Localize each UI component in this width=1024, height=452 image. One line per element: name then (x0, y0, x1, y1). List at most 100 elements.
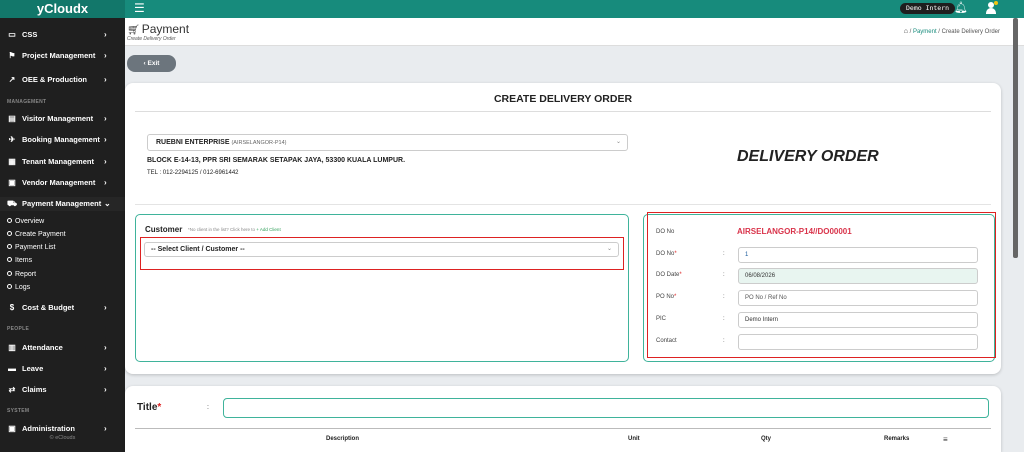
contact-row: Contact : (644, 333, 996, 351)
add-client-link[interactable]: + Add Client (256, 227, 280, 232)
sidebar-item-project-management[interactable]: ⚑ Project Management › (0, 49, 125, 63)
do-no-field[interactable]: 1 (738, 247, 978, 263)
briefcase-icon: ▬ (8, 364, 16, 373)
chart-line-icon: ↗ (8, 75, 16, 84)
brand-logo[interactable]: yCloudx (0, 0, 125, 18)
sidebar-item-label: Payment Management (22, 199, 102, 208)
page-header: 🛒︎ Payment Create Delivery Order ⌂ / Paym… (125, 18, 1024, 46)
user-badge[interactable]: Demo Intern (900, 3, 956, 14)
pic-row: PIC : Demo Intern (644, 311, 996, 329)
sidebar-item-administration[interactable]: ▣ Administration › (0, 422, 125, 436)
sidebar-sub-logs[interactable]: Logs (7, 283, 30, 292)
column-remarks: Remarks (884, 436, 910, 442)
chevron-right-icon: › (104, 157, 107, 166)
bell-icon[interactable]: 🔔︎ (954, 2, 968, 14)
exchange-icon: ⇄ (8, 385, 16, 394)
pic-label: PIC (656, 316, 667, 322)
sidebar-item-label: CSS (22, 30, 38, 39)
cart-icon: ⛟ (7, 199, 18, 208)
company-tel: TEL : 012-2294125 / 012-6961442 (147, 170, 239, 176)
sidebar-item-label: Cost & Budget (22, 303, 75, 312)
customer-note: *No client in the list? Click here to + … (188, 227, 281, 232)
company-select[interactable]: RUEBNI ENTERPRISE (AIRSELANGOR-P14) ⌄ (147, 134, 628, 151)
sidebar-sub-payment-list[interactable]: Payment List (7, 243, 55, 252)
dollar-icon: $ (9, 303, 15, 312)
divider (135, 111, 991, 112)
sidebar-item-tenant-management[interactable]: ▦ Tenant Management › (0, 155, 125, 169)
do-no-value: AIRSELANGOR-P14//DO00001 (737, 227, 852, 236)
sidebar-sub-items[interactable]: Items (7, 256, 32, 265)
address-card-icon: ▣ (8, 178, 16, 187)
chevron-down-icon: ⌄ (606, 246, 612, 252)
sidebar-item-label: Vendor Management (22, 178, 96, 187)
do-no-label: DO No (656, 229, 675, 235)
chevron-right-icon: › (104, 51, 107, 60)
id-card-icon: ▤ (8, 114, 16, 123)
sidebar-item-vendor-management[interactable]: ▣ Vendor Management › (0, 176, 125, 190)
pic-field[interactable]: Demo Intern (738, 312, 978, 328)
divider (135, 428, 991, 429)
user-icon[interactable] (985, 1, 998, 14)
sidebar-item-oee-production[interactable]: ↗ OEE & Production › (0, 73, 125, 87)
menu-toggle-icon[interactable]: ☰ (134, 2, 146, 14)
do-no-input-row: DO No* : 1 (644, 246, 996, 264)
scrollbar[interactable] (1013, 18, 1018, 258)
monitor-icon: ▭ (8, 30, 16, 39)
contact-label: Contact (656, 338, 677, 344)
building-icon: ▦ (8, 157, 16, 166)
sidebar-sub-create-payment[interactable]: Create Payment (7, 230, 66, 239)
chevron-right-icon: › (104, 364, 107, 373)
column-description: Description (326, 436, 360, 442)
chevron-right-icon: › (104, 385, 107, 394)
column-qty: Qty (761, 436, 772, 442)
po-no-field[interactable]: PO No / Ref No (738, 290, 978, 306)
sidebar-item-label: Claims (22, 385, 47, 394)
company-address: BLOCK E-14-13, PPR SRI SEMARAK SETAPAK J… (147, 157, 406, 164)
title-input[interactable] (223, 398, 989, 418)
flag-icon: ⚑ (8, 51, 16, 60)
page-subtitle: Create Delivery Order (127, 36, 176, 42)
divider (135, 204, 991, 205)
breadcrumb: ⌂ / Payment / Create Delivery Order (903, 28, 1000, 35)
customer-select[interactable]: -- Select Client / Customer -- ⌄ (144, 242, 619, 257)
exit-button[interactable]: ‹ Exit (127, 55, 176, 72)
sidebar-item-booking-management[interactable]: ✈ Booking Management › (0, 133, 125, 147)
do-date-field[interactable]: 06/08/2026 (738, 268, 978, 284)
chevron-down-icon: ⌄ (104, 199, 111, 208)
breadcrumb-payment[interactable]: Payment (913, 29, 937, 35)
do-no-row: DO No AIRSELANGOR-P14//DO00001 (644, 224, 996, 242)
do-date-label: DO Date* (656, 272, 682, 278)
plane-icon: ✈ (8, 135, 16, 144)
page-title: 🛒︎ Payment (127, 22, 190, 36)
po-no-row: PO No* : PO No / Ref No (644, 289, 996, 307)
do-details-panel: DO No AIRSELANGOR-P14//DO00001 DO No* : … (643, 212, 996, 362)
sidebar-footer: © eClouds (49, 435, 76, 441)
chevron-right-icon: › (104, 30, 107, 39)
sidebar-item-leave[interactable]: ▬ Leave › (0, 362, 125, 376)
sidebar-item-claims[interactable]: ⇄ Claims › (0, 383, 125, 397)
document-title: DELIVERY ORDER (737, 148, 879, 165)
breadcrumb-current: Create Delivery Order (941, 29, 1000, 35)
sidebar-sub-overview[interactable]: Overview (7, 217, 44, 226)
column-menu-icon[interactable]: ≡ (943, 435, 948, 444)
sidebar-sub-report[interactable]: Report (7, 270, 36, 279)
section-system: SYSTEM (7, 408, 30, 414)
chevron-down-icon: ⌄ (615, 139, 621, 145)
sidebar-item-label: Administration (22, 424, 75, 433)
chevron-right-icon: › (104, 75, 107, 84)
sidebar: ▭ CSS › ⚑ Project Management › ↗ OEE & P… (0, 18, 125, 452)
sidebar-item-label: Leave (22, 364, 44, 373)
sidebar-item-css[interactable]: ▭ CSS › (0, 28, 125, 42)
sidebar-item-payment-management[interactable]: ⛟ Payment Management ⌄ (0, 197, 125, 211)
sidebar-item-label: Tenant Management (22, 157, 94, 166)
chevron-right-icon: › (104, 343, 107, 352)
home-icon[interactable]: ⌂ (904, 28, 908, 35)
sidebar-item-attendance[interactable]: ▥ Attendance › (0, 341, 125, 355)
contact-field[interactable] (738, 334, 978, 350)
customer-panel: Customer *No client in the list? Click h… (135, 214, 629, 362)
chevron-right-icon: › (104, 135, 107, 144)
sidebar-item-cost-budget[interactable]: $ Cost & Budget › (0, 301, 125, 315)
sidebar-item-visitor-management[interactable]: ▤ Visitor Management › (0, 112, 125, 126)
do-no-input-label: DO No* (656, 251, 677, 257)
do-date-row: DO Date* : 06/08/2026 (644, 267, 996, 285)
